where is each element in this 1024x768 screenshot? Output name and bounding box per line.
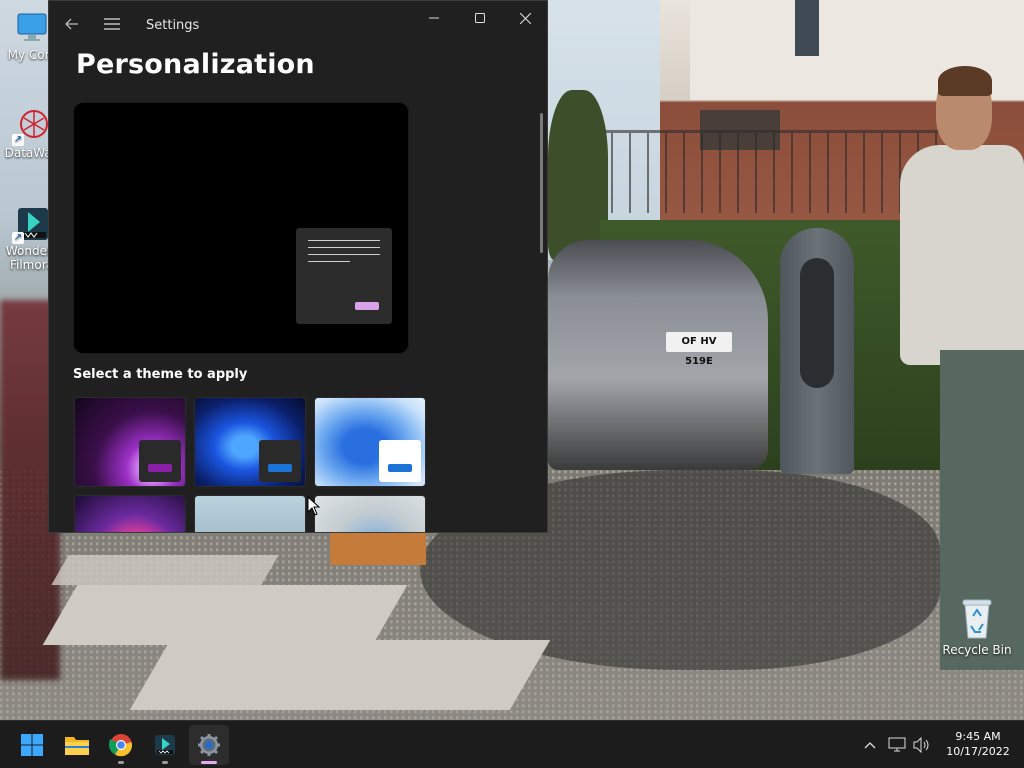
wallpaper-house-window xyxy=(795,0,819,56)
datawag-icon: ↗ xyxy=(12,108,50,146)
theme-sunrise[interactable] xyxy=(194,495,306,532)
wallpaper-license-plate: OF HV 519E xyxy=(666,332,732,367)
back-arrow-icon xyxy=(65,18,78,30)
network-icon xyxy=(888,737,906,752)
gear-icon xyxy=(198,734,220,756)
minimize-icon xyxy=(429,17,439,19)
taskbar-file-explorer[interactable] xyxy=(57,725,97,765)
theme-mini-window xyxy=(259,440,301,482)
desktop-icon-recycle-bin[interactable]: Recycle Bin xyxy=(942,596,1012,657)
close-icon xyxy=(519,12,531,24)
wallpaper-stepping-stone xyxy=(42,585,408,645)
hamburger-icon xyxy=(104,18,120,30)
section-label: Select a theme to apply xyxy=(73,367,248,382)
close-button[interactable] xyxy=(502,1,547,35)
taskbar-settings[interactable] xyxy=(189,725,229,765)
taskbar: 9:45 AM 10/17/2022 xyxy=(0,720,1024,768)
wallpaper-person-hair xyxy=(938,66,992,96)
preview-line xyxy=(308,261,350,262)
start-button[interactable] xyxy=(12,725,52,765)
theme-preview xyxy=(73,102,409,354)
app-title: Settings xyxy=(146,18,200,33)
filmora-icon: ↗ xyxy=(12,206,50,244)
theme-accent-swatch xyxy=(268,464,292,472)
preview-line xyxy=(308,254,380,255)
page-title: Personalization xyxy=(76,49,315,80)
clock-date: 10/17/2022 xyxy=(946,745,1010,758)
wallpaper-tree xyxy=(548,90,608,260)
preview-window-mockup xyxy=(296,228,392,324)
recycle-bin-label: Recycle Bin xyxy=(942,643,1012,657)
running-indicator xyxy=(201,761,217,764)
recycle-bin-icon xyxy=(962,599,992,639)
wallpaper-balcony-railing xyxy=(595,130,940,213)
theme-flow[interactable] xyxy=(314,495,426,532)
title-bar[interactable]: Settings xyxy=(49,1,547,49)
wallpaper-charger-opening xyxy=(800,258,834,388)
chrome-icon xyxy=(109,734,133,757)
theme-accent-swatch xyxy=(388,464,412,472)
taskbar-chrome[interactable] xyxy=(101,725,141,765)
wallpaper-car xyxy=(548,240,768,470)
maximize-button[interactable] xyxy=(457,1,503,35)
theme-glow-purple[interactable] xyxy=(74,397,186,487)
clock-time: 9:45 AM xyxy=(955,730,1001,743)
scrollbar-thumb[interactable] xyxy=(540,113,543,253)
system-clock[interactable]: 9:45 AM 10/17/2022 xyxy=(940,729,1016,759)
theme-accent-swatch xyxy=(148,464,172,472)
show-hidden-icons-button[interactable] xyxy=(860,735,880,755)
wallpaper-stepping-stone xyxy=(51,555,279,585)
wallpaper-planter xyxy=(330,533,426,565)
mouse-cursor-icon xyxy=(307,496,321,516)
filmora-icon xyxy=(155,735,175,755)
theme-mini-window xyxy=(379,440,421,482)
windows-start-icon xyxy=(21,734,43,756)
folder-icon xyxy=(65,737,89,755)
maximize-icon xyxy=(475,13,485,23)
back-button[interactable] xyxy=(57,9,87,39)
theme-mini-window xyxy=(139,440,181,482)
running-indicator xyxy=(162,761,168,764)
shortcut-arrow-icon: ↗ xyxy=(12,232,24,244)
theme-windows-light[interactable] xyxy=(314,397,426,487)
running-indicator xyxy=(118,761,124,764)
volume-icon xyxy=(913,737,929,753)
taskbar-filmora[interactable] xyxy=(145,725,185,765)
network-button[interactable] xyxy=(887,735,907,755)
preview-accent-button xyxy=(355,302,379,310)
preview-line xyxy=(308,247,380,248)
chevron-up-icon xyxy=(864,742,876,749)
shortcut-arrow-icon: ↗ xyxy=(12,134,24,146)
preview-line xyxy=(308,240,380,241)
theme-captured-motion[interactable] xyxy=(74,495,186,532)
volume-button[interactable] xyxy=(912,735,932,755)
navigation-menu-button[interactable] xyxy=(97,9,127,39)
wallpaper-stepping-stone xyxy=(129,640,551,710)
wallpaper-person-shirt xyxy=(900,145,1024,365)
settings-window[interactable]: Settings Personalization Select a theme … xyxy=(48,0,548,533)
minimize-button[interactable] xyxy=(411,1,457,35)
computer-icon xyxy=(14,10,50,46)
theme-windows-dark[interactable] xyxy=(194,397,306,487)
